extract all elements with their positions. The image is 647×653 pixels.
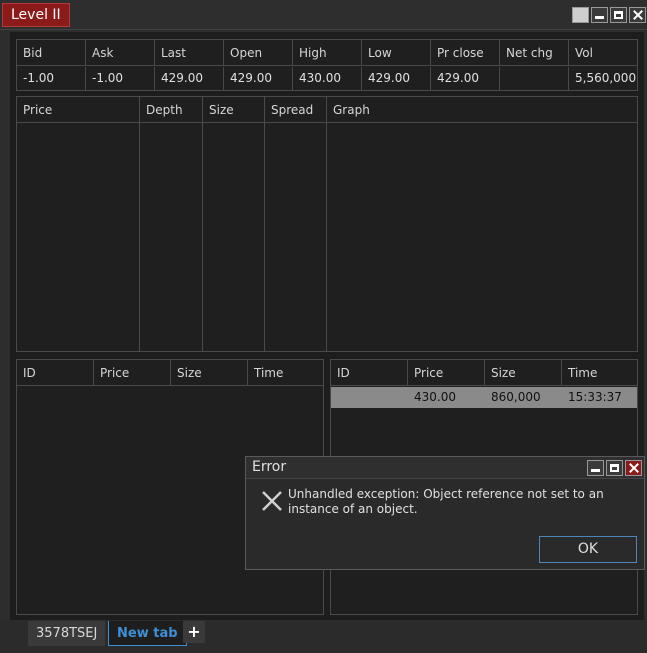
row-size: 860,000 bbox=[491, 390, 541, 404]
column-divider bbox=[139, 123, 140, 351]
order-book-table[interactable]: Price Depth Size Spread Graph bbox=[16, 96, 638, 352]
add-tab-button[interactable]: + bbox=[183, 621, 205, 643]
dialog-title: Error bbox=[252, 459, 287, 475]
window-controls bbox=[572, 7, 646, 23]
header-size[interactable]: Size bbox=[203, 97, 265, 123]
value-vol: 5,560,000 bbox=[575, 71, 637, 85]
tab-new-tab[interactable]: New tab bbox=[108, 621, 187, 646]
value-high: 430.00 bbox=[293, 67, 362, 90]
header-price[interactable]: Price bbox=[17, 97, 140, 123]
table-row[interactable]: 430.00 860,000 15:33:37 bbox=[331, 387, 637, 408]
value-net-chg bbox=[500, 67, 569, 90]
header-graph[interactable]: Graph bbox=[327, 97, 637, 123]
close-button[interactable] bbox=[629, 7, 646, 23]
header-time[interactable]: Time bbox=[562, 360, 637, 386]
header-high: High bbox=[293, 40, 362, 66]
header-pr-close: Pr close bbox=[431, 40, 500, 66]
value-last: 429.00 bbox=[155, 67, 224, 90]
window-title: Level II bbox=[2, 3, 70, 27]
header-vol: Vol bbox=[569, 40, 637, 66]
header-open: Open bbox=[224, 40, 293, 66]
header-depth[interactable]: Depth bbox=[140, 97, 203, 123]
header-price[interactable]: Price bbox=[408, 360, 485, 386]
header-last: Last bbox=[155, 40, 224, 66]
value-bid: -1.00 bbox=[17, 67, 86, 90]
header-spread[interactable]: Spread bbox=[265, 97, 327, 123]
error-dialog: Error Unhandled exception: Object refere… bbox=[245, 456, 645, 570]
error-x-icon bbox=[262, 491, 282, 511]
minimize-button[interactable] bbox=[587, 460, 604, 476]
dialog-window-controls bbox=[587, 460, 642, 476]
window-titlebar[interactable]: Level II bbox=[0, 0, 647, 30]
header-id[interactable]: ID bbox=[331, 360, 408, 386]
header-time[interactable]: Time bbox=[248, 360, 323, 386]
maximize-button[interactable] bbox=[610, 7, 627, 23]
column-divider bbox=[326, 123, 327, 351]
restore-icon[interactable] bbox=[572, 7, 589, 23]
quote-table: Bid Ask Last Open High Low Pr close Net … bbox=[16, 39, 638, 91]
value-ask: -1.00 bbox=[86, 67, 155, 90]
dialog-titlebar[interactable]: Error bbox=[246, 457, 644, 479]
maximize-button[interactable] bbox=[606, 460, 623, 476]
value-open: 429.00 bbox=[224, 67, 293, 90]
value-pr-close: 429.00 bbox=[431, 67, 500, 90]
header-price[interactable]: Price bbox=[94, 360, 171, 386]
column-divider bbox=[264, 123, 265, 351]
ok-button[interactable]: OK bbox=[539, 536, 637, 563]
header-net-chg: Net chg bbox=[500, 40, 569, 66]
row-price: 430.00 bbox=[414, 390, 456, 404]
level-ii-window: Level II Bid Ask Last Open High Low Pr c… bbox=[0, 0, 647, 653]
header-ask: Ask bbox=[86, 40, 155, 66]
error-message: Unhandled exception: Object reference no… bbox=[288, 487, 604, 516]
minimize-button[interactable] bbox=[591, 7, 608, 23]
header-id[interactable]: ID bbox=[17, 360, 94, 386]
tab-3578tsej[interactable]: 3578TSEJ bbox=[28, 621, 106, 646]
row-time: 15:33:37 bbox=[568, 390, 622, 404]
value-low: 429.00 bbox=[362, 67, 431, 90]
tab-bar: 3578TSEJ New tab + bbox=[0, 621, 647, 653]
header-size[interactable]: Size bbox=[171, 360, 248, 386]
header-low: Low bbox=[362, 40, 431, 66]
close-button[interactable] bbox=[625, 460, 642, 476]
header-bid: Bid bbox=[17, 40, 86, 66]
column-divider bbox=[202, 123, 203, 351]
header-size[interactable]: Size bbox=[485, 360, 562, 386]
